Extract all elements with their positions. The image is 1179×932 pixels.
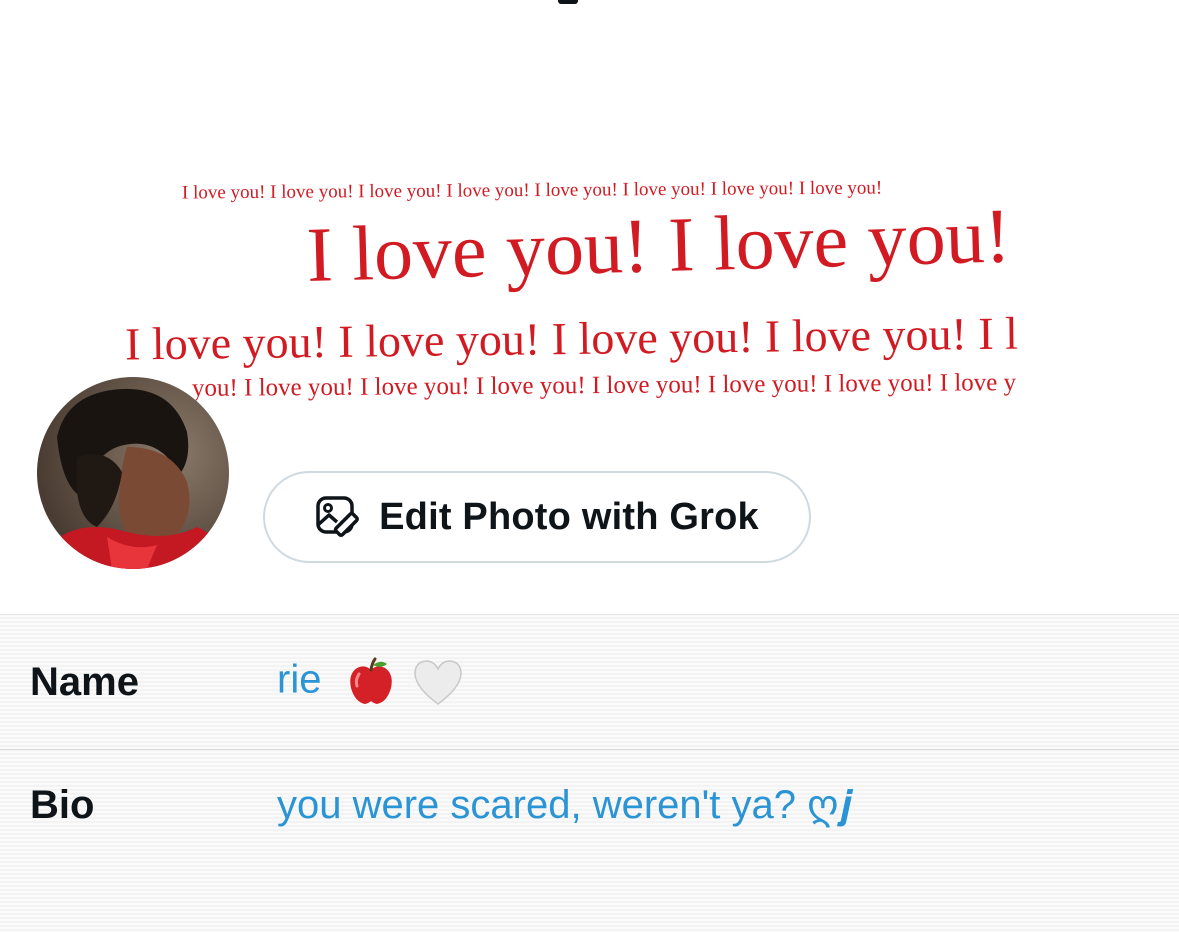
name-field[interactable]: rie: [277, 656, 466, 708]
edit-photo-label: Edit Photo with Grok: [379, 495, 759, 538]
banner-text-line: you! I love you! I love you! I love you!…: [191, 369, 1017, 402]
profile-edit-form: Name rie Bio you were scared, weren't ya…: [0, 614, 1179, 932]
page-title-fragment: [558, 0, 578, 4]
red-apple-icon: [333, 656, 397, 708]
white-heart-icon: [408, 656, 466, 708]
edit-photo-with-grok-button[interactable]: Edit Photo with Grok: [263, 471, 811, 563]
image-edit-icon: [315, 494, 361, 540]
name-label: Name: [30, 659, 139, 704]
avatar[interactable]: [37, 377, 229, 569]
profile-photo-icon: [37, 377, 229, 569]
name-value: rie: [277, 657, 322, 702]
bio-field[interactable]: you were scared, weren't ya? ღ𝒋: [277, 782, 851, 828]
banner-text-line: I love you! I love you!: [305, 191, 1012, 299]
bio-label: Bio: [30, 782, 95, 827]
banner-text-line: I love you! I love you! I love you! I lo…: [124, 307, 1019, 370]
bio-row[interactable]: Bio you were scared, weren't ya? ღ𝒋: [0, 750, 1179, 860]
name-row[interactable]: Name rie: [0, 615, 1179, 750]
